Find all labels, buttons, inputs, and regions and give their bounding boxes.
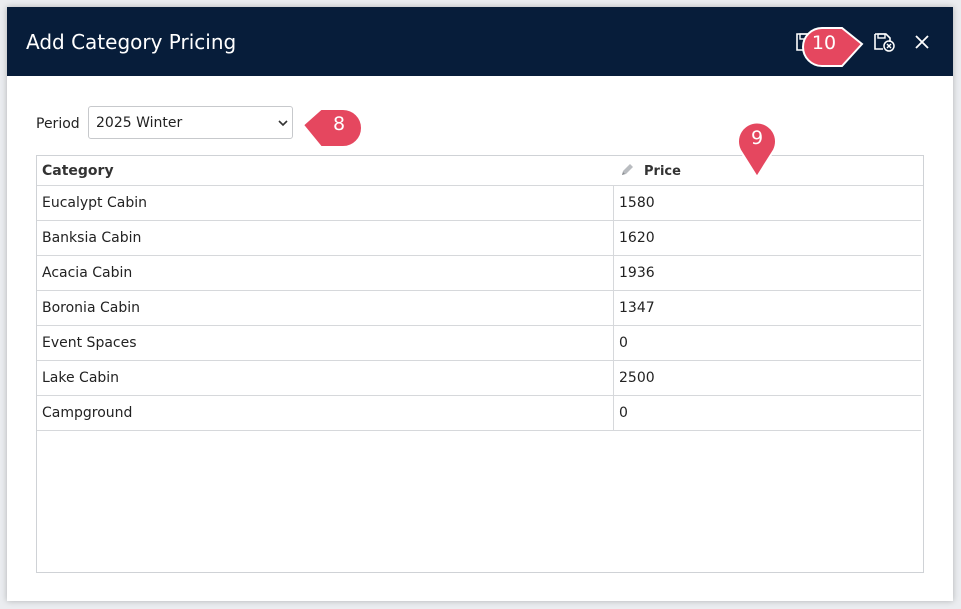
category-cell: Banksia Cabin xyxy=(42,230,142,246)
price-cell[interactable]: 2500 xyxy=(619,370,655,386)
table-row[interactable]: Lake Cabin 2500 xyxy=(37,361,921,396)
callout-9-label: 9 xyxy=(750,127,764,149)
price-cell[interactable]: 0 xyxy=(619,405,628,421)
chevron-down-icon xyxy=(278,120,288,127)
table-row[interactable]: Event Spaces 0 xyxy=(37,326,921,361)
price-cell[interactable]: 1580 xyxy=(619,195,655,211)
category-cell: Event Spaces xyxy=(42,335,137,351)
pencil-icon xyxy=(622,164,633,175)
column-divider xyxy=(613,221,614,256)
column-divider xyxy=(613,326,614,361)
price-cell[interactable]: 1620 xyxy=(619,230,655,246)
category-column-header[interactable]: Category xyxy=(42,163,114,179)
table-row[interactable]: Boronia Cabin 1347 xyxy=(37,291,921,326)
category-cell: Eucalypt Cabin xyxy=(42,195,147,211)
period-select-value: 2025 Winter xyxy=(96,115,183,131)
add-category-pricing-dialog: Add Category Pricing Period 2025 Winter … xyxy=(7,7,953,601)
price-cell[interactable]: 1936 xyxy=(619,265,655,281)
callout-8-label: 8 xyxy=(332,113,346,135)
table-header: Category Price xyxy=(37,156,923,186)
price-cell[interactable]: 1347 xyxy=(619,300,655,316)
table-row[interactable]: Eucalypt Cabin 1580 xyxy=(37,186,921,221)
table-row[interactable]: Campground 0 xyxy=(37,396,921,431)
callout-9: 9 xyxy=(735,116,779,180)
column-divider xyxy=(613,256,614,291)
price-column-header[interactable]: Price xyxy=(644,164,681,179)
dialog-title: Add Category Pricing xyxy=(26,30,237,54)
column-divider xyxy=(613,361,614,396)
table-body: Eucalypt Cabin 1580 Banksia Cabin 1620 A… xyxy=(37,186,923,431)
period-select[interactable]: 2025 Winter xyxy=(88,106,293,139)
callout-8: 8 xyxy=(301,102,365,148)
callout-10-label: 10 xyxy=(811,32,837,54)
pricing-table: Category Price Eucalypt Cabin 1580 Banks… xyxy=(36,155,924,573)
category-cell: Lake Cabin xyxy=(42,370,120,386)
callout-10: 10 xyxy=(800,21,864,67)
price-cell[interactable]: 0 xyxy=(619,335,628,351)
column-divider xyxy=(613,396,614,431)
column-divider xyxy=(613,291,614,326)
category-cell: Campground xyxy=(42,405,133,421)
table-row[interactable]: Banksia Cabin 1620 xyxy=(37,221,921,256)
column-divider xyxy=(613,186,614,221)
category-cell: Boronia Cabin xyxy=(42,300,140,316)
category-cell: Acacia Cabin xyxy=(42,265,133,281)
save-close-icon[interactable] xyxy=(872,31,895,53)
period-label: Period xyxy=(36,116,80,132)
table-row[interactable]: Acacia Cabin 1936 xyxy=(37,256,921,291)
close-icon[interactable] xyxy=(911,31,933,53)
